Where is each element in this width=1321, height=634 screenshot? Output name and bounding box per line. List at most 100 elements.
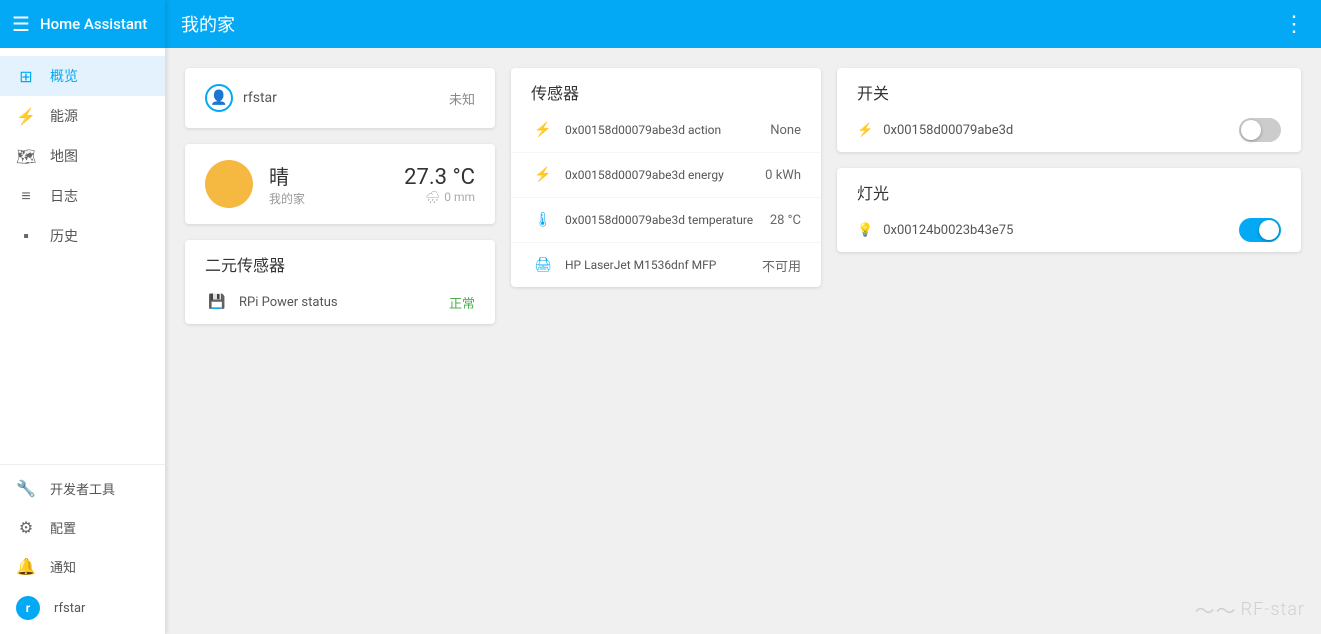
sidebar: ☰ Home Assistant ⊞ 概览⚡ 能源🗺 地图≡ 日志▪ 历史◈ Z…: [0, 0, 165, 634]
sidebar-label-map: 地图: [50, 146, 78, 166]
sensor-row-left: ⚡ 0x00158d00079abe3d energy: [531, 163, 724, 187]
user-card-left: 👤 rfstar: [205, 84, 277, 112]
binary-sensors-list: 💾 RPi Power status 正常: [185, 280, 495, 324]
binary-sensors-card: 二元传感器 💾 RPi Power status 正常: [185, 240, 495, 324]
topbar-more-icon[interactable]: ⋮: [1283, 12, 1305, 37]
sensor-row-left: 🌡 0x00158d00079abe3d temperature: [531, 208, 753, 232]
sidebar-item-log[interactable]: ≡ 日志: [0, 176, 165, 216]
sensor-icon: ⚡: [531, 163, 555, 187]
light-icon: 💡: [857, 223, 873, 238]
sidebar-bottom: 🔧 开发者工具⚙ 配置🔔 通知r rfstar: [0, 464, 165, 634]
sensor-icon: ⚡: [531, 118, 555, 142]
watermark: 〜〜 RF-star: [1195, 595, 1305, 624]
binary-sensor-value: 正常: [449, 293, 475, 312]
sidebar-icon-log: ≡: [16, 186, 36, 206]
binary-sensor-row: 💾 RPi Power status 正常: [185, 280, 495, 324]
sidebar-item-history[interactable]: ▪ 历史: [0, 216, 165, 256]
sidebar-item-dev-tools[interactable]: 🔧 开发者工具: [0, 469, 165, 508]
sensors-card: 传感器 ⚡ 0x00158d00079abe3d action None ⚡ 0…: [511, 68, 821, 287]
switch-row: ⚡ 0x00158d00079abe3d: [837, 108, 1301, 152]
sidebar-nav: ⊞ 概览⚡ 能源🗺 地图≡ 日志▪ 历史◈ Zigbee2mqtt▷ 媒体: [0, 48, 165, 264]
sidebar-icon-energy: ⚡: [16, 107, 36, 126]
lights-title: 灯光: [837, 168, 1301, 208]
switches-title: 开关: [837, 68, 1301, 108]
sidebar-label-notify: 通知: [50, 557, 76, 576]
sensor-icon: 🖨: [531, 253, 555, 277]
sidebar-label-history: 历史: [50, 226, 78, 246]
sensor-name: 0x00158d00079abe3d temperature: [565, 213, 753, 227]
col-right: 开关 ⚡ 0x00158d00079abe3d 灯光 💡 0x00124b002…: [837, 68, 1301, 252]
user-name: rfstar: [243, 90, 277, 106]
sensor-row-left: ⚡ 0x00158d00079abe3d action: [531, 118, 721, 142]
sensor-row: ⚡ 0x00158d00079abe3d energy 0 kWh: [511, 153, 821, 198]
sidebar-icon-overview: ⊞: [16, 67, 36, 86]
sidebar-item-notify[interactable]: 🔔 通知: [0, 547, 165, 586]
rf-star-waves-icon: 〜〜: [1195, 595, 1237, 624]
sidebar-label-energy: 能源: [50, 106, 78, 126]
switches-list: ⚡ 0x00158d00079abe3d: [837, 108, 1301, 152]
light-row: 💡 0x00124b0023b43e75: [837, 208, 1301, 252]
binary-sensor-icon: 💾: [205, 290, 229, 314]
sensors-list: ⚡ 0x00158d00079abe3d action None ⚡ 0x001…: [511, 108, 821, 287]
sensor-value: 不可用: [762, 256, 801, 275]
user-card: 👤 rfstar 未知: [185, 68, 495, 128]
sensor-name: 0x00158d00079abe3d energy: [565, 168, 724, 182]
weather-icon: [205, 160, 253, 208]
switch-icon: ⚡: [857, 123, 873, 138]
weather-temp-value: 27.3 °C: [404, 165, 475, 190]
switches-card: 开关 ⚡ 0x00158d00079abe3d: [837, 68, 1301, 152]
col-left: 👤 rfstar 未知 晴 我的家 27.3 °C 🌧: [185, 68, 495, 324]
sensor-name: 0x00158d00079abe3d action: [565, 123, 721, 137]
main: 我的家 ⋮ 👤 rfstar 未知 晴 我的家: [165, 0, 1321, 634]
user-icon: 👤: [205, 84, 233, 112]
sensor-value: 0 kWh: [765, 168, 801, 183]
sensor-row: 🌡 0x00158d00079abe3d temperature 28 °C: [511, 198, 821, 243]
switch-toggle[interactable]: [1239, 118, 1281, 142]
sidebar-item-energy[interactable]: ⚡ 能源: [0, 96, 165, 136]
sensor-row: ⚡ 0x00158d00079abe3d action None: [511, 108, 821, 153]
sidebar-item-config[interactable]: ⚙ 配置: [0, 508, 165, 547]
weather-card: 晴 我的家 27.3 °C 🌧 0 mm: [185, 144, 495, 224]
sidebar-icon-config: ⚙: [16, 518, 36, 537]
sidebar-item-user[interactable]: r rfstar: [0, 586, 165, 630]
sensor-value: None: [770, 123, 801, 138]
sidebar-item-zigbee2mqtt[interactable]: ◈ Zigbee2mqtt: [0, 256, 165, 264]
weather-temp: 27.3 °C 🌧 0 mm: [404, 165, 475, 204]
sidebar-icon-notify: 🔔: [16, 557, 36, 576]
user-avatar: r: [16, 596, 40, 620]
binary-sensor-left: 💾 RPi Power status: [205, 290, 338, 314]
light-toggle[interactable]: [1239, 218, 1281, 242]
sidebar-item-map[interactable]: 🗺 地图: [0, 136, 165, 176]
sidebar-label-config: 配置: [50, 518, 76, 537]
sidebar-label-dev-tools: 开发者工具: [50, 479, 115, 498]
content: 👤 rfstar 未知 晴 我的家 27.3 °C 🌧: [165, 48, 1321, 634]
switch-row-left: ⚡ 0x00158d00079abe3d: [857, 123, 1013, 138]
hamburger-icon[interactable]: ☰: [12, 12, 30, 36]
sensor-icon: 🌡: [531, 208, 555, 232]
weather-precip-value: 0 mm: [444, 190, 475, 204]
binary-sensor-name: RPi Power status: [239, 295, 338, 310]
weather-precip: 🌧 0 mm: [404, 190, 475, 204]
sidebar-icon-map: 🗺: [16, 147, 36, 166]
sidebar-label-log: 日志: [50, 186, 78, 206]
sidebar-header: ☰ Home Assistant: [0, 0, 165, 48]
light-name: 0x00124b0023b43e75: [883, 223, 1013, 238]
light-row-left: 💡 0x00124b0023b43e75: [857, 223, 1013, 238]
weather-info: 晴 我的家: [269, 161, 388, 207]
topbar: 我的家 ⋮: [165, 0, 1321, 48]
col-middle: 传感器 ⚡ 0x00158d00079abe3d action None ⚡ 0…: [511, 68, 821, 287]
user-status: 未知: [449, 89, 475, 108]
sensor-row-left: 🖨 HP LaserJet M1536dnf MFP: [531, 253, 716, 277]
weather-location: 我的家: [269, 190, 388, 207]
sidebar-label-overview: 概览: [50, 66, 78, 86]
sensor-name: HP LaserJet M1536dnf MFP: [565, 258, 716, 272]
lights-card: 灯光 💡 0x00124b0023b43e75: [837, 168, 1301, 252]
weather-card-inner: 晴 我的家 27.3 °C 🌧 0 mm: [185, 144, 495, 224]
sidebar-item-overview[interactable]: ⊞ 概览: [0, 56, 165, 96]
sidebar-title: Home Assistant: [40, 15, 147, 33]
lights-list: 💡 0x00124b0023b43e75: [837, 208, 1301, 252]
sidebar-icon-dev-tools: 🔧: [16, 479, 36, 498]
switch-name: 0x00158d00079abe3d: [883, 123, 1013, 138]
watermark-text: RF-star: [1241, 599, 1305, 620]
sensors-title: 传感器: [511, 68, 821, 108]
